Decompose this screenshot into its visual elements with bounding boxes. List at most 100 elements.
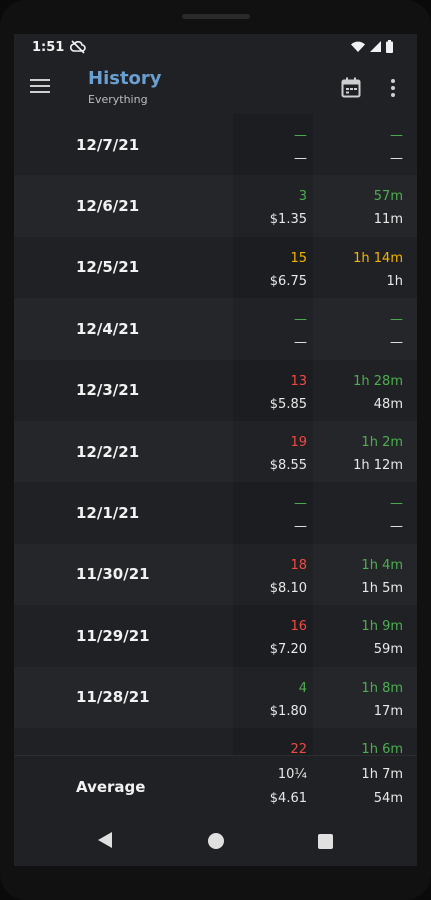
page-title: History <box>88 68 162 89</box>
row-time-bottom: 17m <box>373 703 403 719</box>
row-time-top: 57m <box>373 189 403 205</box>
row-count: — <box>294 128 307 143</box>
row-count: 16 <box>290 619 307 635</box>
row-time-column: 1h 8m 17m <box>323 667 403 728</box>
average-time-top: 1h 7m <box>361 767 403 782</box>
row-time-column: 1h 14m 1h <box>323 237 403 298</box>
row-count-column: 3 $1.35 <box>233 175 313 237</box>
row-time-bottom: 59m <box>373 642 403 658</box>
page-subtitle: Everything <box>88 93 148 106</box>
home-icon[interactable] <box>208 833 224 849</box>
history-row[interactable]: 11/28/21 4 $1.80 1h 8m 17m <box>14 666 417 728</box>
row-time-top: 1h 4m <box>361 557 403 573</box>
history-row[interactable]: 22 1h 6m <box>14 727 417 755</box>
history-row[interactable]: 12/5/21 15 $6.75 1h 14m 1h <box>14 236 417 299</box>
row-time-bottom: 48m <box>373 396 403 412</box>
history-list[interactable]: 12/7/21— — — —12/6/21 3 $1.35 57m 11m 12/5/21 15 $… <box>14 114 417 755</box>
average-count-column: 10¼ $4.61 <box>227 756 307 817</box>
row-date: 12/7/21 <box>76 135 140 154</box>
row-cost: $8.10 <box>269 580 307 596</box>
row-date: 12/6/21 <box>76 197 140 216</box>
row-count-column: — — <box>233 298 313 360</box>
row-count-column: 22 <box>233 727 313 755</box>
average-summary: Average 10¼ $4.61 1h 7m 54m <box>14 755 417 817</box>
row-time-column: 1h 6m <box>323 728 403 755</box>
row-time-top: 1h 8m <box>361 680 403 696</box>
row-time-column: — — <box>323 114 403 175</box>
row-time-top: 1h 6m <box>361 741 403 755</box>
row-date: 11/30/21 <box>76 565 150 584</box>
row-count-column: 13 $5.85 <box>233 359 313 421</box>
row-time-column: — — <box>323 482 403 543</box>
status-time: 1:51 <box>32 40 65 55</box>
row-time-top: 1h 28m <box>353 373 403 389</box>
cell-signal-icon <box>370 41 381 52</box>
history-row[interactable]: 11/30/21 18 $8.10 1h 4m 1h 5m <box>14 543 417 606</box>
row-date: 12/4/21 <box>76 319 140 338</box>
history-row[interactable]: 12/3/21 13 $5.85 1h 28m 48m <box>14 359 417 421</box>
calendar-icon[interactable] <box>341 77 361 99</box>
row-time-column: — — <box>323 298 403 359</box>
row-count: — <box>294 496 307 512</box>
row-time-top: 1h 2m <box>361 434 403 450</box>
average-label: Average <box>76 777 146 796</box>
row-time-bottom: — <box>390 151 403 166</box>
row-count: 4 <box>298 680 307 696</box>
row-cost: — <box>294 335 307 351</box>
row-time-column: 1h 4m 1h 5m <box>323 544 403 605</box>
app-bar: History Everything <box>14 60 417 114</box>
recents-icon[interactable] <box>318 834 333 849</box>
row-time-top: — <box>390 128 403 143</box>
row-count: 19 <box>290 434 307 450</box>
row-time-bottom: 1h <box>386 273 403 289</box>
row-time-bottom: 1h 12m <box>353 457 403 473</box>
more-options-icon[interactable] <box>391 79 397 97</box>
row-cost: $1.35 <box>269 212 307 228</box>
history-row[interactable]: 12/2/21 19 $8.55 1h 2m 1h 12m <box>14 420 417 483</box>
history-row[interactable]: 12/4/21— — — — <box>14 298 417 360</box>
row-time-column: 57m 11m <box>323 175 403 236</box>
row-time-bottom: — <box>390 519 403 535</box>
status-bar: 1:51 <box>14 34 417 60</box>
row-date: 11/29/21 <box>76 626 150 645</box>
row-cost: — <box>294 519 307 535</box>
row-cost: $1.80 <box>269 703 307 719</box>
average-cost: $4.61 <box>269 791 307 806</box>
row-date: 12/1/21 <box>76 504 140 523</box>
row-time-column: 1h 28m 48m <box>323 360 403 421</box>
row-cost: $5.85 <box>269 396 307 412</box>
row-time-top: 1h 9m <box>361 619 403 635</box>
history-row[interactable]: 12/6/21 3 $1.35 57m 11m <box>14 175 417 237</box>
row-date: 12/5/21 <box>76 258 140 277</box>
screen: 1:51 History Everything 12/7/21 — — — — … <box>14 34 417 866</box>
wifi-icon <box>351 41 365 52</box>
average-time-bottom: 54m <box>373 791 403 806</box>
row-time-top: — <box>390 312 403 328</box>
row-count-column: 15 $6.75 <box>233 236 313 299</box>
average-time-column: 1h 7m 54m <box>323 756 403 817</box>
history-row[interactable]: 12/7/21— — — — <box>14 114 417 176</box>
history-row[interactable]: 12/1/21— — — — <box>14 482 417 544</box>
row-count-column: 4 $1.80 <box>233 666 313 728</box>
row-time-top: 1h 14m <box>353 250 403 266</box>
row-date: 12/3/21 <box>76 381 140 400</box>
row-cost: $7.20 <box>269 642 307 658</box>
history-row[interactable]: 11/29/21 16 $7.20 1h 9m 59m <box>14 605 417 667</box>
row-count-column: 18 $8.10 <box>233 543 313 606</box>
row-count: 3 <box>298 189 307 205</box>
row-time-bottom: 11m <box>373 212 403 228</box>
row-date: 12/2/21 <box>76 442 140 461</box>
row-count-column: — — <box>233 114 313 176</box>
row-cost: — <box>294 151 307 166</box>
sync-off-icon <box>70 40 86 54</box>
speaker-grille <box>182 14 250 19</box>
row-date: 11/28/21 <box>76 688 150 707</box>
back-icon[interactable] <box>97 831 113 853</box>
row-count: 18 <box>290 557 307 573</box>
row-count-column: — — <box>233 482 313 544</box>
hamburger-menu-icon[interactable] <box>30 79 52 97</box>
row-count: 13 <box>290 373 307 389</box>
row-count: 15 <box>290 250 307 266</box>
row-time-column: 1h 9m 59m <box>323 605 403 666</box>
row-time-bottom: — <box>390 335 403 351</box>
